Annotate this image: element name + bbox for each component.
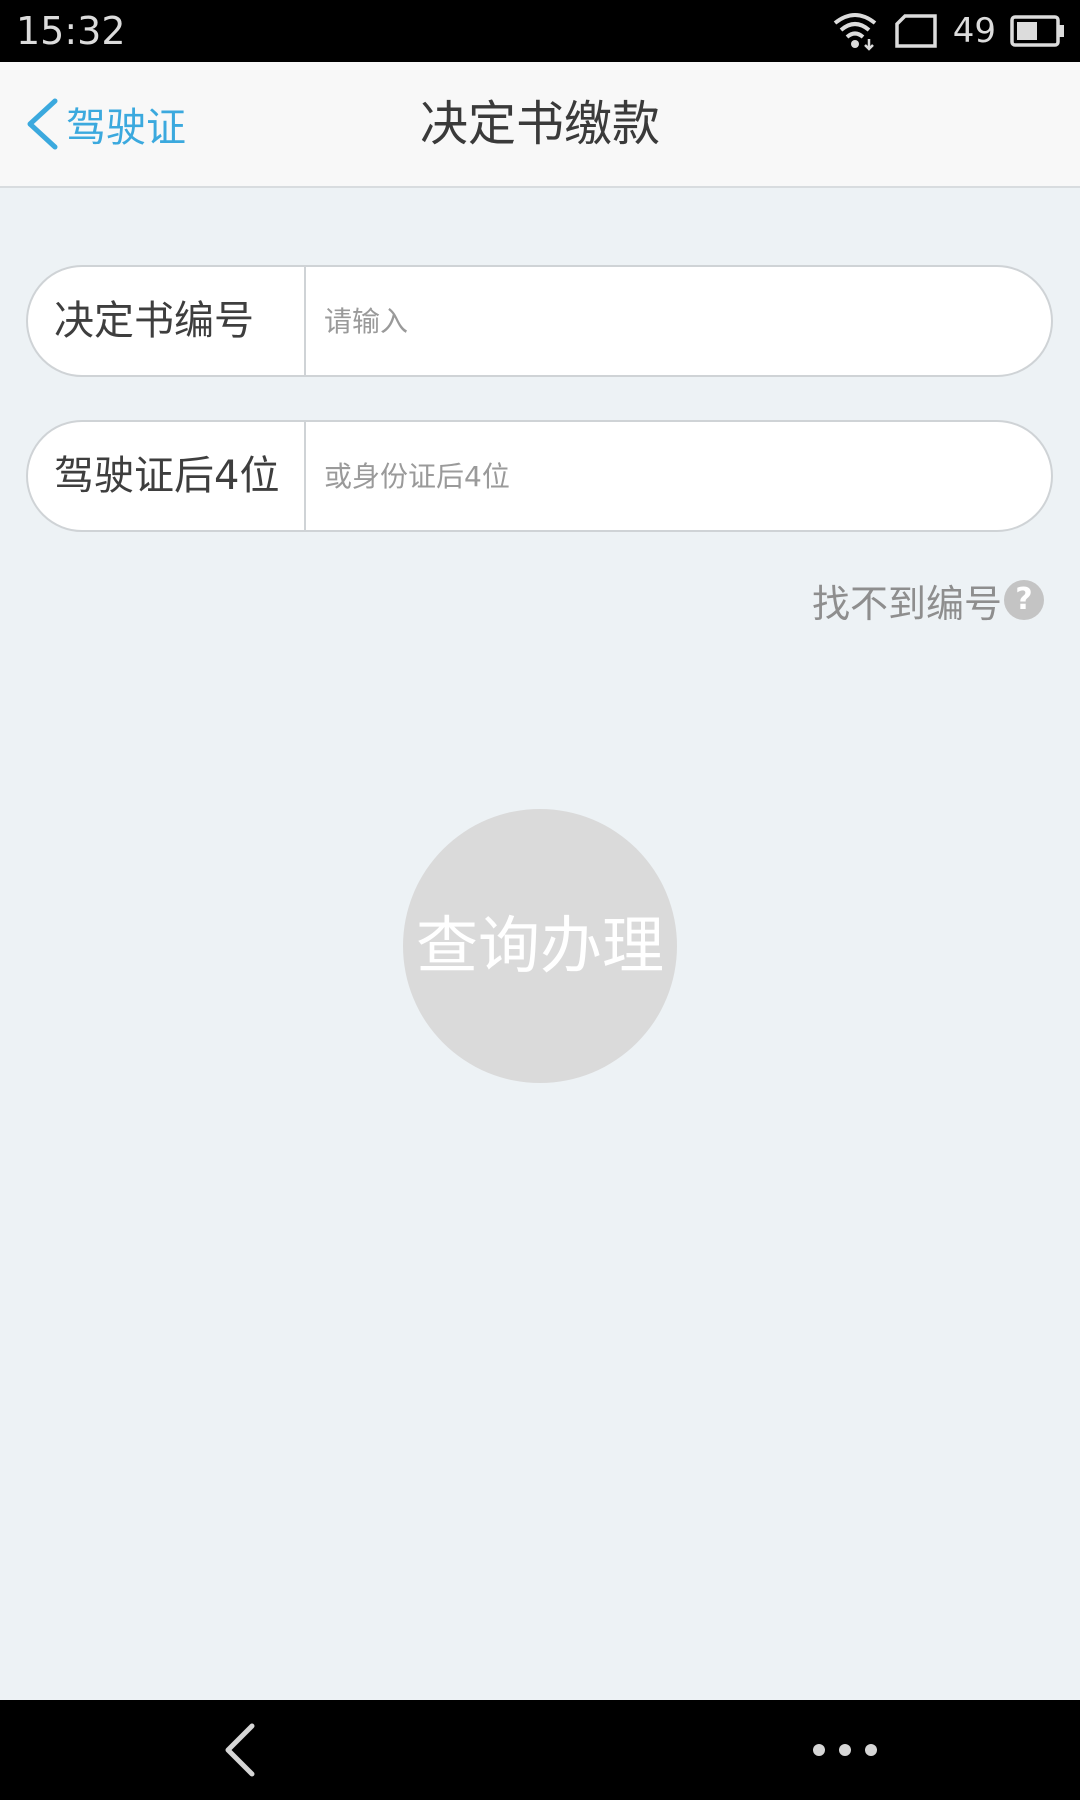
decision-number-label: 决定书编号: [54, 298, 254, 344]
decision-number-row: 决定书编号: [26, 265, 1053, 377]
status-icons: 49: [831, 0, 1066, 62]
question-mark-icon: ?: [1004, 580, 1044, 620]
sim-card-icon: [894, 14, 937, 48]
battery-icon: [1010, 15, 1064, 47]
license-last4-input[interactable]: [320, 422, 1028, 530]
cannot-find-number-link[interactable]: 找不到编号 ?: [811, 575, 1044, 626]
query-button[interactable]: 查询办理: [403, 809, 677, 1083]
bottom-navigation-bar: [0, 1700, 1080, 1800]
more-dots-icon[interactable]: [810, 1730, 880, 1770]
status-bar: 15:32 49: [0, 0, 1080, 62]
license-last4-label: 驾驶证后4位: [54, 453, 280, 499]
field-divider: [304, 267, 306, 375]
navigation-bar: 驾驶证 决定书缴款: [0, 62, 1080, 188]
license-last4-row: 驾驶证后4位: [26, 420, 1053, 532]
decision-number-input[interactable]: [320, 267, 1028, 375]
status-time: 15:32: [16, 9, 126, 53]
back-button-label: 驾驶证: [66, 105, 186, 151]
chevron-left-icon: [27, 98, 58, 150]
back-button[interactable]: 驾驶证: [22, 94, 186, 154]
wifi-icon: [833, 13, 876, 51]
battery-level-text: 49: [952, 11, 996, 51]
field-divider: [304, 422, 306, 530]
help-link-text: 找不到编号: [811, 581, 1002, 626]
back-arrow-icon[interactable]: [210, 1720, 270, 1780]
